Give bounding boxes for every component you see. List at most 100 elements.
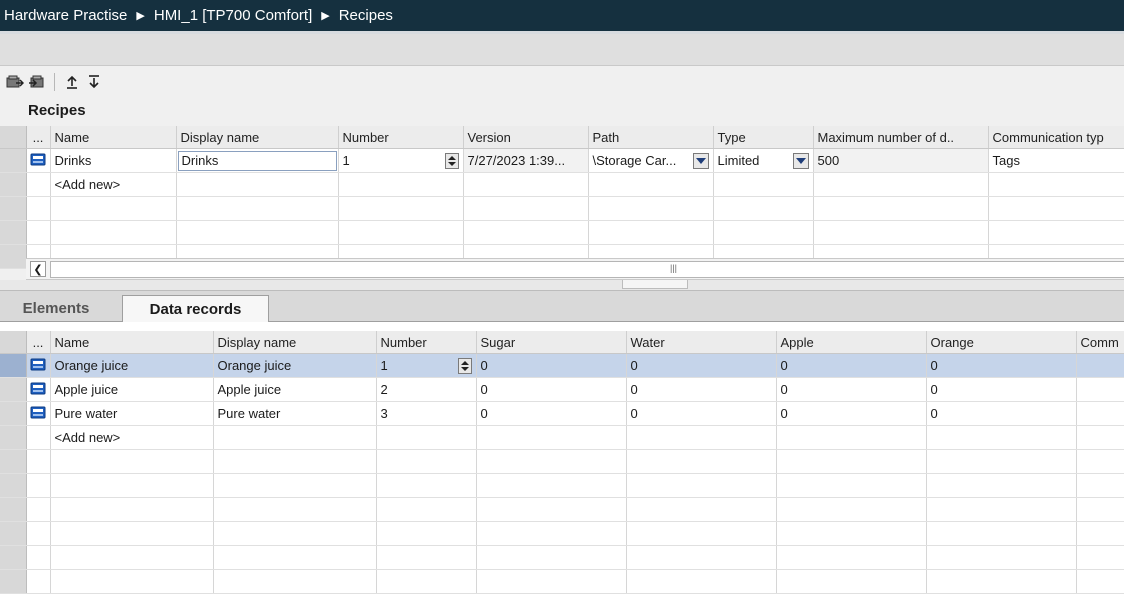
empty-row [0, 220, 1124, 245]
column-header-sugar[interactable]: Sugar [476, 331, 627, 354]
record-sugar[interactable]: 0 [476, 401, 627, 426]
record-name[interactable]: Orange juice [50, 353, 214, 378]
tab-elements[interactable]: Elements [6, 295, 106, 321]
column-chooser[interactable]: ... [26, 126, 51, 149]
add-new-row[interactable]: <Add new> [0, 425, 1124, 450]
recipe-communication-type[interactable]: Tags [988, 148, 1124, 173]
record-display-name[interactable]: Pure water [213, 401, 377, 426]
data-records-table: ... Name Display name Number Sugar Water… [0, 331, 1124, 594]
record-apple[interactable]: 0 [776, 353, 927, 378]
record-apple[interactable]: 0 [776, 401, 927, 426]
splitter-handle[interactable] [622, 280, 688, 289]
scrollbar-thumb[interactable] [50, 261, 1124, 278]
recipe-type-cell[interactable]: Limited [713, 148, 814, 173]
column-header-type[interactable]: Type [713, 126, 814, 149]
column-header-apple[interactable]: Apple [776, 331, 927, 354]
column-header-orange[interactable]: Orange [926, 331, 1077, 354]
column-header-name[interactable]: Name [50, 126, 177, 149]
record-name[interactable]: Apple juice [50, 377, 214, 402]
row-header[interactable] [0, 377, 27, 402]
horizontal-scrollbar[interactable]: ❮ ||| [26, 258, 1124, 280]
recipe-display-name-cell[interactable]: Drinks [176, 148, 339, 173]
recipe-type[interactable]: Limited [718, 153, 760, 168]
record-number[interactable]: 2 [376, 377, 477, 402]
scroll-left-icon[interactable]: ❮ [30, 261, 46, 277]
move-down-icon[interactable] [85, 73, 103, 91]
type-dropdown-icon[interactable] [792, 152, 809, 169]
table-row[interactable]: Apple juice Apple juice 2 0 0 0 0 [0, 377, 1124, 402]
empty-cell [626, 521, 777, 546]
record-display-name[interactable]: Apple juice [213, 377, 377, 402]
record-comment[interactable] [1076, 377, 1124, 402]
empty-cell [26, 425, 51, 450]
path-dropdown-icon[interactable] [692, 152, 709, 169]
add-new-recipe[interactable]: <Add new> [50, 172, 177, 197]
import-recipe-icon[interactable] [28, 73, 46, 91]
empty-cell [463, 172, 589, 197]
row-header [0, 497, 27, 522]
recipe-display-name-field[interactable]: Drinks [177, 150, 337, 171]
tab-data-records[interactable]: Data records [122, 295, 269, 323]
column-header-display-name[interactable]: Display name [176, 126, 339, 149]
recipe-number[interactable]: 1 [343, 153, 350, 168]
record-number[interactable]: 3 [376, 401, 477, 426]
empty-cell [626, 449, 777, 474]
recipe-max-records[interactable]: 500 [813, 148, 989, 173]
record-apple[interactable]: 0 [776, 377, 927, 402]
column-header-name[interactable]: Name [50, 331, 214, 354]
empty-cell [1076, 425, 1124, 450]
recipe-path[interactable]: \Storage Car... [593, 153, 677, 168]
record-comment[interactable] [1076, 401, 1124, 426]
empty-cell [50, 569, 214, 594]
column-header-path[interactable]: Path [588, 126, 714, 149]
number-spinner-icon[interactable] [457, 357, 472, 374]
row-header[interactable] [0, 353, 27, 378]
row-header[interactable] [0, 401, 27, 426]
record-orange[interactable]: 0 [926, 353, 1077, 378]
column-header-number[interactable]: Number [338, 126, 464, 149]
record-orange[interactable]: 0 [926, 377, 1077, 402]
column-header-number[interactable]: Number [376, 331, 477, 354]
export-recipe-icon[interactable] [6, 73, 24, 91]
recipe-number-cell[interactable]: 1 [338, 148, 464, 173]
column-header-max-records[interactable]: Maximum number of d.. [813, 126, 989, 149]
recipe-icon [26, 148, 51, 173]
column-header-communication-type[interactable]: Communication typ [988, 126, 1124, 149]
table-row[interactable]: Drinks Drinks 1 7/27/2023 1:39... \Stora… [0, 148, 1124, 173]
add-new-row[interactable]: <Add new> [0, 172, 1124, 197]
record-water[interactable]: 0 [626, 353, 777, 378]
table-row[interactable]: Orange juice Orange juice 1 0 0 0 0 [0, 353, 1124, 378]
move-up-icon[interactable] [63, 73, 81, 91]
table-row[interactable]: Pure water Pure water 3 0 0 0 0 [0, 401, 1124, 426]
recipe-path-cell[interactable]: \Storage Car... [588, 148, 714, 173]
breadcrumb-item-recipes[interactable]: Recipes [339, 7, 393, 24]
record-display-name[interactable]: Orange juice [213, 353, 377, 378]
column-chooser[interactable]: ... [26, 331, 51, 354]
record-water[interactable]: 0 [626, 401, 777, 426]
record-number-cell[interactable]: 1 [376, 353, 477, 378]
breadcrumb-item-project[interactable]: Hardware Practise [4, 7, 127, 24]
empty-cell [776, 497, 927, 522]
add-new-record[interactable]: <Add new> [50, 425, 214, 450]
column-header-version[interactable]: Version [463, 126, 589, 149]
empty-cell [1076, 449, 1124, 474]
record-water[interactable]: 0 [626, 377, 777, 402]
record-sugar[interactable]: 0 [476, 353, 627, 378]
column-header-comment[interactable]: Comm [1076, 331, 1124, 354]
recipe-name[interactable]: Drinks [50, 148, 177, 173]
empty-cell [376, 473, 477, 498]
record-name[interactable]: Pure water [50, 401, 214, 426]
empty-cell [338, 220, 464, 245]
record-sugar[interactable]: 0 [476, 377, 627, 402]
empty-cell [776, 425, 927, 450]
breadcrumb-item-device[interactable]: HMI_1 [TP700 Comfort] [154, 7, 312, 24]
row-header[interactable] [0, 148, 27, 173]
column-header-display-name[interactable]: Display name [213, 331, 377, 354]
record-comment[interactable] [1076, 353, 1124, 378]
empty-cell [1076, 569, 1124, 594]
pane-splitter[interactable] [0, 280, 1124, 291]
column-header-water[interactable]: Water [626, 331, 777, 354]
record-orange[interactable]: 0 [926, 401, 1077, 426]
number-spinner-icon[interactable] [444, 152, 459, 169]
record-number[interactable]: 1 [381, 358, 388, 373]
